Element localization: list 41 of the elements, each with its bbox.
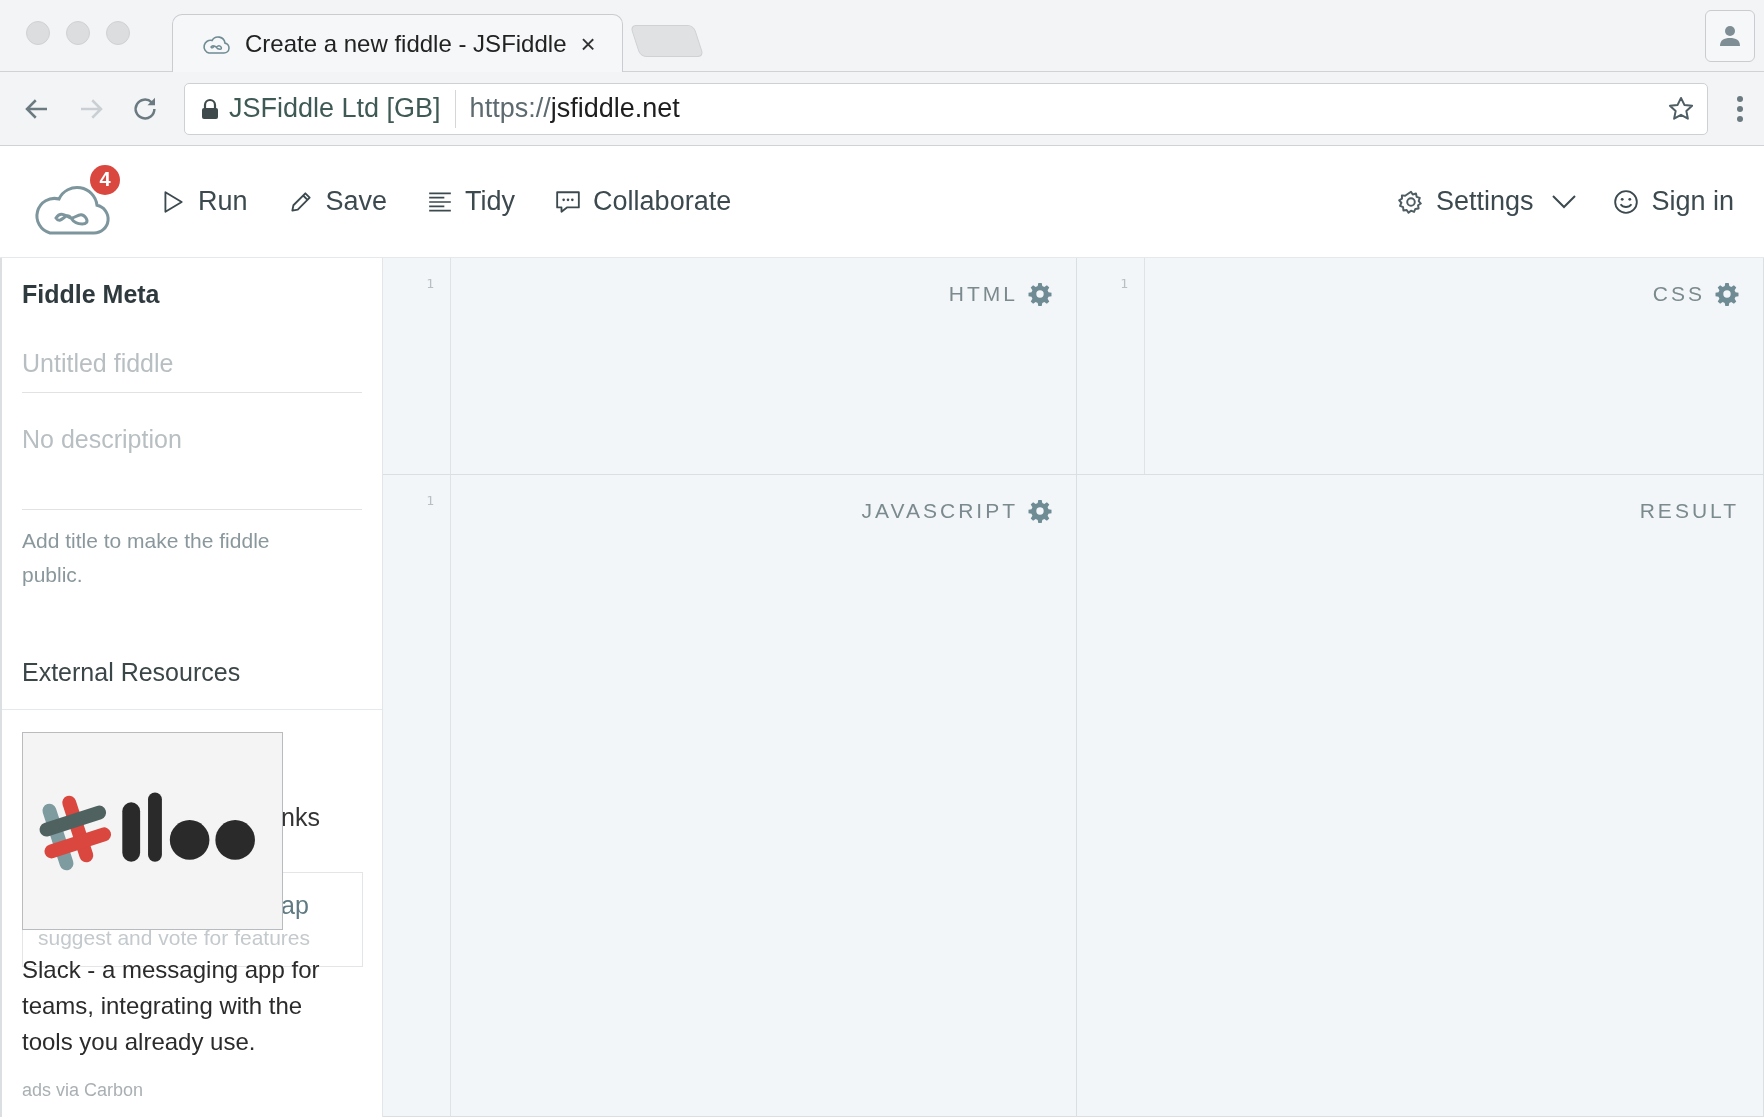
card-title: ap: [281, 891, 309, 920]
run-button[interactable]: Run: [160, 186, 248, 217]
address-bar[interactable]: JSFiddle Ltd [GB] https://jsfiddle.net: [184, 82, 1708, 135]
url-text[interactable]: https://jsfiddle.net: [469, 93, 1657, 124]
line-number: 1: [1120, 276, 1128, 291]
card-subtitle: suggest and vote for features: [38, 926, 310, 950]
save-button[interactable]: Save: [287, 186, 388, 217]
settings-button[interactable]: Settings: [1397, 186, 1534, 217]
close-tab-button[interactable]: ×: [580, 30, 596, 57]
speech-bubble-icon: [555, 188, 582, 215]
settings-icon: [1397, 188, 1424, 215]
hint-text: Add title to make the fiddle public.: [22, 528, 271, 588]
tidy-button[interactable]: Tidy: [427, 186, 516, 217]
smiley-icon: [1613, 188, 1640, 215]
notification-badge: 4: [90, 164, 120, 195]
panel-label: HTML: [948, 282, 1018, 306]
star-icon[interactable]: [1667, 94, 1695, 123]
collaborate-button[interactable]: Collaborate: [555, 186, 732, 217]
section-title[interactable]: External Resources: [22, 658, 362, 687]
panel-label: JAVASCRIPT: [861, 499, 1018, 523]
profile-button[interactable]: [1705, 10, 1755, 62]
security-label[interactable]: JSFiddle Ltd [GB]: [229, 93, 441, 124]
browser-tab[interactable]: Create a new fiddle - JSFiddle ×: [172, 14, 623, 72]
settings-icon[interactable]: [1028, 282, 1052, 306]
line-number: 1: [426, 276, 434, 291]
settings-icon[interactable]: [1715, 282, 1739, 306]
more-icon[interactable]: [1736, 94, 1744, 123]
panel-label: RESULT: [1639, 499, 1739, 523]
title-field[interactable]: Untitled fiddle: [22, 349, 362, 393]
tab-title: Create a new fiddle - JSFiddle: [245, 29, 567, 58]
lock-icon: [201, 97, 219, 120]
settings-icon[interactable]: [1028, 499, 1052, 523]
ad-text[interactable]: Slack - a messaging app for teams, integrating with the tools you already use.: [22, 952, 332, 1060]
description-field[interactable]: No description: [22, 425, 362, 510]
person-icon: [1718, 24, 1742, 48]
link-text[interactable]: nks: [281, 803, 320, 832]
sign-in-button[interactable]: Sign in: [1613, 186, 1734, 217]
line-number: 1: [426, 493, 434, 508]
panel-label: CSS: [1652, 282, 1705, 306]
section-title: Fiddle Meta: [22, 280, 161, 309]
chevron-down-icon[interactable]: [1551, 193, 1578, 210]
